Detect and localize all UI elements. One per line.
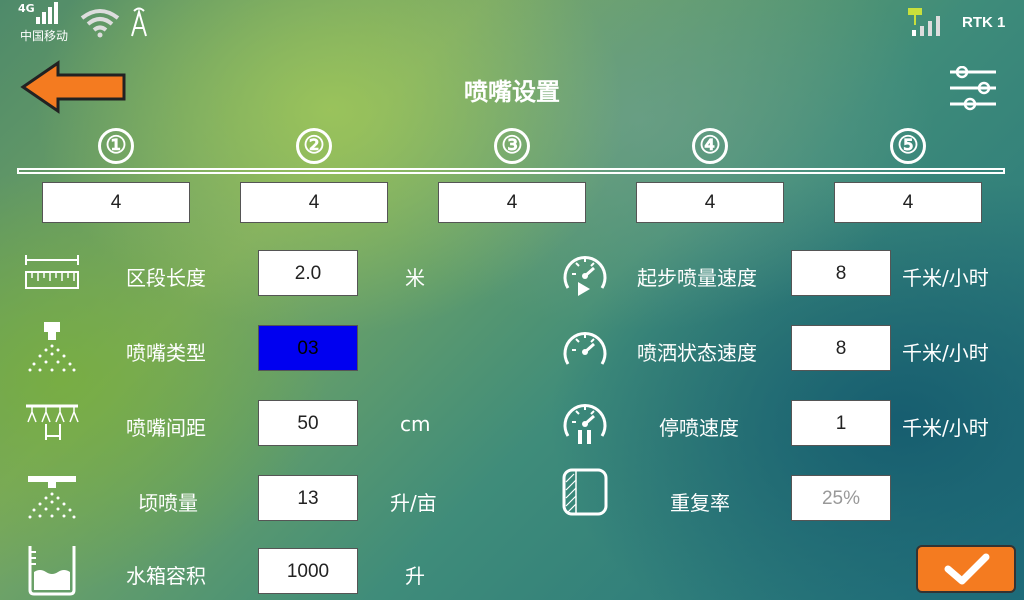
overlap-rate-label: 重复率	[670, 491, 730, 515]
application-rate-input[interactable]: 13	[258, 475, 358, 521]
spraying-speed-input[interactable]: 8	[791, 325, 891, 371]
nozzle-spacing-unit: cm	[400, 412, 431, 436]
ruler-icon	[25, 255, 79, 289]
zone-2-nozzle-count[interactable]: 4	[240, 182, 388, 223]
zone-4-nozzle-count[interactable]: 4	[636, 182, 784, 223]
zone-number-2: ②	[296, 128, 332, 164]
stop-spray-speed-input[interactable]: 1	[791, 400, 891, 446]
speedometer-play-icon	[563, 256, 607, 296]
confirm-button[interactable]	[916, 545, 1016, 593]
zone-number-4: ④	[692, 128, 728, 164]
nozzle-spacing-label: 喷嘴间距	[126, 416, 206, 440]
overlap-rate-input[interactable]: 25%	[791, 475, 891, 521]
network-type: 4G	[18, 2, 35, 15]
gps-antenna-icon	[131, 7, 147, 37]
tank-capacity-label: 水箱容积	[126, 564, 206, 588]
speedometer-icon	[563, 332, 607, 365]
checkmark-icon	[944, 553, 990, 585]
nozzle-icon	[28, 322, 76, 372]
zone-number-1: ①	[98, 128, 134, 164]
application-rate-label: 顷喷量	[138, 491, 198, 515]
overlap-icon	[562, 468, 608, 516]
nozzle-type-input[interactable]: 03	[258, 325, 358, 371]
application-rate-unit: 升/亩	[390, 491, 437, 515]
stop-spray-speed-unit: 千米/小时	[902, 416, 989, 440]
carrier-name: 中国移动	[20, 29, 69, 43]
zone-number-3: ③	[494, 128, 530, 164]
rtk-status: RTK 1	[962, 14, 1006, 31]
boom-icon	[26, 404, 79, 440]
wifi-icon	[80, 9, 120, 38]
tank-capacity-unit: 升	[405, 564, 425, 588]
nozzle-type-label: 喷嘴类型	[126, 341, 206, 365]
start-spray-speed-label: 起步喷量速度	[637, 266, 757, 290]
spraying-speed-label: 喷洒状态速度	[637, 341, 757, 365]
spray-icon	[28, 476, 76, 519]
zone-number-5: ⑤	[890, 128, 926, 164]
signal-strength-icon	[36, 2, 64, 24]
zone-3-nozzle-count[interactable]: 4	[438, 182, 586, 223]
spraying-speed-unit: 千米/小时	[902, 341, 989, 365]
segment-length-label: 区段长度	[126, 266, 206, 290]
tank-icon	[28, 546, 76, 596]
zone-1-nozzle-count[interactable]: 4	[42, 182, 190, 223]
zone-5-nozzle-count[interactable]: 4	[834, 182, 982, 223]
start-spray-speed-unit: 千米/小时	[902, 266, 989, 290]
start-spray-speed-input[interactable]: 8	[791, 250, 891, 296]
boom-divider	[17, 168, 1005, 174]
segment-length-unit: 米	[405, 266, 425, 290]
nozzle-spacing-input[interactable]: 50	[258, 400, 358, 446]
tank-capacity-input[interactable]: 1000	[258, 548, 358, 594]
sliders-icon[interactable]	[948, 66, 998, 112]
segment-length-input[interactable]: 2.0	[258, 250, 358, 296]
speedometer-pause-icon	[563, 404, 607, 444]
page-title: 喷嘴设置	[464, 78, 560, 106]
stop-spray-speed-label: 停喷速度	[659, 416, 739, 440]
rtk-signal-icon	[908, 8, 940, 36]
